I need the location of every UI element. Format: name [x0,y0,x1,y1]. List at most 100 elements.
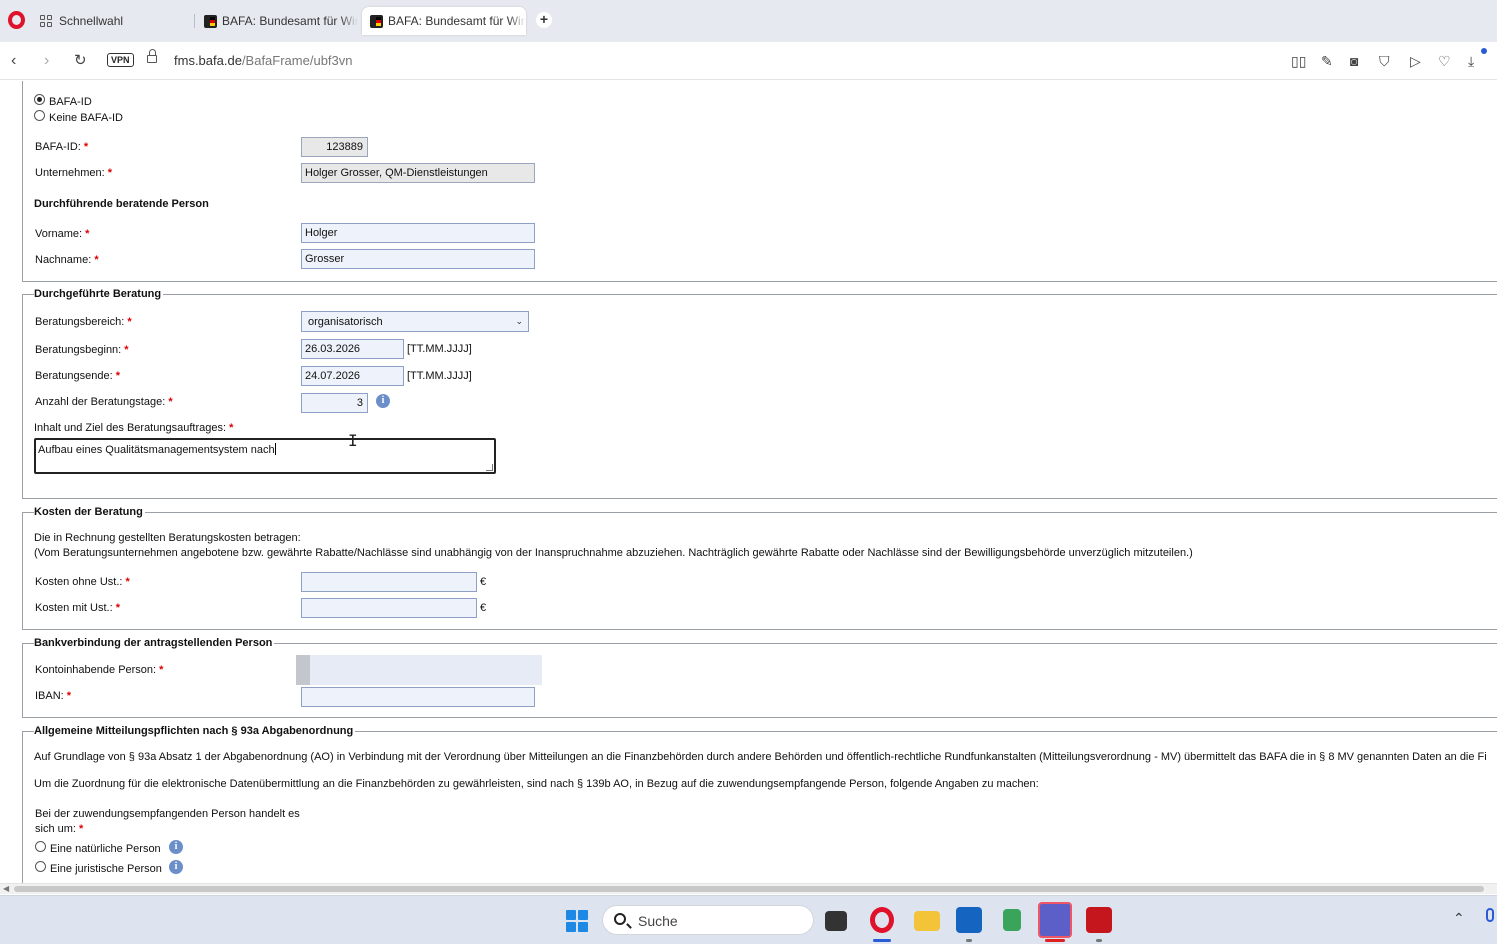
opera-menu-icon[interactable] [8,11,25,29]
radio-bafa-id[interactable] [34,94,45,105]
scroll-left-icon[interactable]: ◀ [3,884,9,893]
date-format-hint: [TT.MM.JJJJ] [407,370,472,382]
radio-label: Eine juristische Person [50,863,162,875]
windows-start-icon[interactable] [566,910,588,932]
bafa-id-field[interactable]: 123889 [301,137,368,157]
costs-section [22,512,1497,630]
person-type-question-cont: sich um: * [35,823,83,835]
person-type-question: Bei der zuwendungsempfangenden Person ha… [35,808,300,820]
reader-mode-icon[interactable]: ▯▯ [1291,53,1306,70]
text-cursor [274,443,276,455]
section-legend: Durchgeführte Beratung [34,288,164,300]
consulting-content-textarea[interactable]: Aufbau eines Qualitätsmanagementsystem n… [34,438,496,474]
tab-bafa-1[interactable]: BAFA: Bundesamt für Wirt [196,7,358,35]
tab-label: BAFA: Bundesamt für Wirt [222,14,358,28]
required-mark: * [79,823,84,835]
download-badge [1481,48,1487,54]
acrobat-icon[interactable] [1086,907,1112,933]
url-path: /BafaFrame/ubf3vn [241,53,353,68]
section-legend: Allgemeine Mitteilungspflichten nach § 9… [34,725,356,737]
lock-icon[interactable] [147,49,157,63]
euro-unit: € [480,576,487,588]
label-text: Nachname: [35,254,92,266]
section-legend: Kosten der Beratung [34,506,145,518]
opera-taskbar-icon[interactable] [870,907,894,933]
app-indicator [1096,939,1102,942]
chevron-up-icon[interactable]: ⌃ [1453,910,1465,927]
browser-tab-bar: Schnellwahl BAFA: Bundesamt für Wirt BAF… [0,0,1497,42]
spreadsheet-app-icon[interactable] [1003,909,1021,931]
info-icon[interactable]: i [376,394,390,408]
field-label: Beratungsbeginn: * [35,344,129,356]
send-icon[interactable]: ▷ [1410,53,1421,70]
heart-icon[interactable]: ♡ [1438,53,1451,70]
url-field[interactable]: fms.bafa.de/BafaFrame/ubf3vn [174,53,353,68]
required-mark: * [66,690,72,702]
radio-keine-bafa-id[interactable] [34,110,45,121]
new-tab-button[interactable]: + [536,12,552,28]
textarea-text: Aufbau eines Qualitätsmanagementsystem n… [38,444,275,456]
active-app-indicator [873,939,891,942]
horizontal-scrollbar[interactable]: ◀ [0,883,1497,894]
required-mark: * [115,602,120,614]
consulting-days-field[interactable]: 3 [301,393,368,413]
taskbar-search[interactable]: Suche [602,905,814,935]
download-icon[interactable]: ⤓ [1468,53,1474,70]
consulting-area-select[interactable]: organisatorisch ⌄ [301,311,529,332]
outlook-icon[interactable] [956,907,982,933]
windows-taskbar: Suche ⌃ [0,895,1497,944]
tab-separator [194,14,195,28]
file-explorer-icon[interactable] [914,911,940,931]
label-text: Kosten ohne Ust.: [35,576,123,588]
required-mark: * [94,254,99,266]
attention-indicator [1045,939,1065,942]
required-mark: * [124,344,129,356]
radio-legal-person[interactable] [35,861,46,872]
page-content: BAFA-ID Keine BAFA-ID BAFA-ID: * 123889 … [0,81,1497,883]
radio-natural-person[interactable] [35,841,46,852]
subsection-heading: Durchführende beratende Person [34,198,209,210]
required-mark: * [127,316,132,328]
first-name-field[interactable]: Holger [301,223,535,243]
label-text: Inhalt und Ziel des Beratungsauftrages: [34,422,227,434]
forward-icon[interactable]: › [44,52,49,70]
scrollbar-thumb[interactable] [14,886,1484,892]
label-text: Vorname: [35,228,83,240]
teams-icon[interactable] [1038,902,1072,938]
label-text: Unternehmen: [35,167,105,179]
radio-label: BAFA-ID [49,96,92,108]
company-field[interactable]: Holger Grosser, QM-Dienstleistungen [301,163,535,183]
tab-bafa-active[interactable]: BAFA: Bundesamt für Wirt [362,7,526,35]
microphone-icon[interactable] [1486,908,1494,922]
url-host: fms.bafa.de [174,53,242,68]
last-name-field[interactable]: Grosser [301,249,535,269]
select-value: organisatorisch [308,316,383,328]
search-icon [614,913,626,925]
required-mark: * [85,228,90,240]
task-view-icon[interactable] [825,911,847,931]
reload-icon[interactable]: ↻ [74,52,87,70]
tax-paragraph-2: Um die Zuordnung für die elektronische D… [34,778,1039,790]
address-bar: ‹ › ↻ VPN fms.bafa.de/BafaFrame/ubf3vn ▯… [0,42,1497,80]
info-icon[interactable]: i [169,840,183,854]
label-text: Kontoinhabende Person: [35,664,157,676]
tab-speed-dial[interactable]: Schnellwahl [32,7,192,35]
cost-gross-field[interactable] [301,598,477,618]
field-label: Beratungsbereich: * [35,316,132,328]
vpn-badge[interactable]: VPN [107,53,134,67]
field-label: Nachname: * [35,254,99,266]
iban-field[interactable] [301,687,535,707]
field-label: Kosten ohne Ust.: * [35,576,130,588]
camera-icon[interactable]: ◙ [1350,53,1358,69]
required-mark: * [83,141,89,153]
edit-icon[interactable]: ✎ [1321,53,1333,70]
start-date-field[interactable]: 26.03.2026 [301,339,404,359]
end-date-field[interactable]: 24.07.2026 [301,366,404,386]
account-holder-field-redacted[interactable] [296,655,542,685]
tax-paragraph-1: Auf Grundlage von § 93a Absatz 1 der Abg… [34,751,1487,763]
back-icon[interactable]: ‹ [11,52,16,70]
shield-icon[interactable]: ⛉ [1379,53,1390,70]
resize-handle[interactable] [486,464,493,471]
info-icon[interactable]: i [169,860,183,874]
cost-net-field[interactable] [301,572,477,592]
